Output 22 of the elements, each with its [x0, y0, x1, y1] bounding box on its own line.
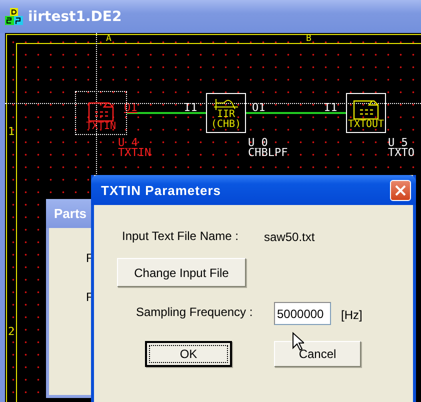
- dialog-button[interactable]: OK: [145, 341, 232, 367]
- dialog-button[interactable]: Cancel: [274, 341, 361, 367]
- schematic-block[interactable]: IIR (CHB): [206, 93, 246, 133]
- dialog-title: Parts: [54, 206, 87, 221]
- field-label: Sampling Frequency :: [136, 305, 253, 319]
- change-file-button[interactable]: Change Input File: [117, 258, 246, 287]
- file-name: saw50.txt: [264, 230, 315, 244]
- block-type: TXTO: [388, 146, 414, 161]
- unit-label: [Hz]: [341, 308, 362, 322]
- block-caption: (CHB): [210, 120, 242, 130]
- dialog-title: TXTIN Parameters: [101, 182, 221, 198]
- block-caption: TXTOUT: [348, 120, 384, 130]
- frequency-field[interactable]: 5000000: [274, 302, 331, 325]
- row-label: 2: [8, 325, 15, 340]
- row-label: 1: [8, 125, 15, 140]
- block-caption: TXTIN: [86, 122, 116, 132]
- window-title: iirtest1.DE2: [28, 8, 122, 24]
- field-label: Input Text File Name :: [122, 229, 238, 243]
- block-type: TXTIN: [118, 146, 152, 161]
- block-type: CHBLPF: [248, 146, 288, 161]
- block-caption: IIR: [216, 110, 236, 120]
- schematic-block[interactable]: TXTOUT: [346, 93, 386, 133]
